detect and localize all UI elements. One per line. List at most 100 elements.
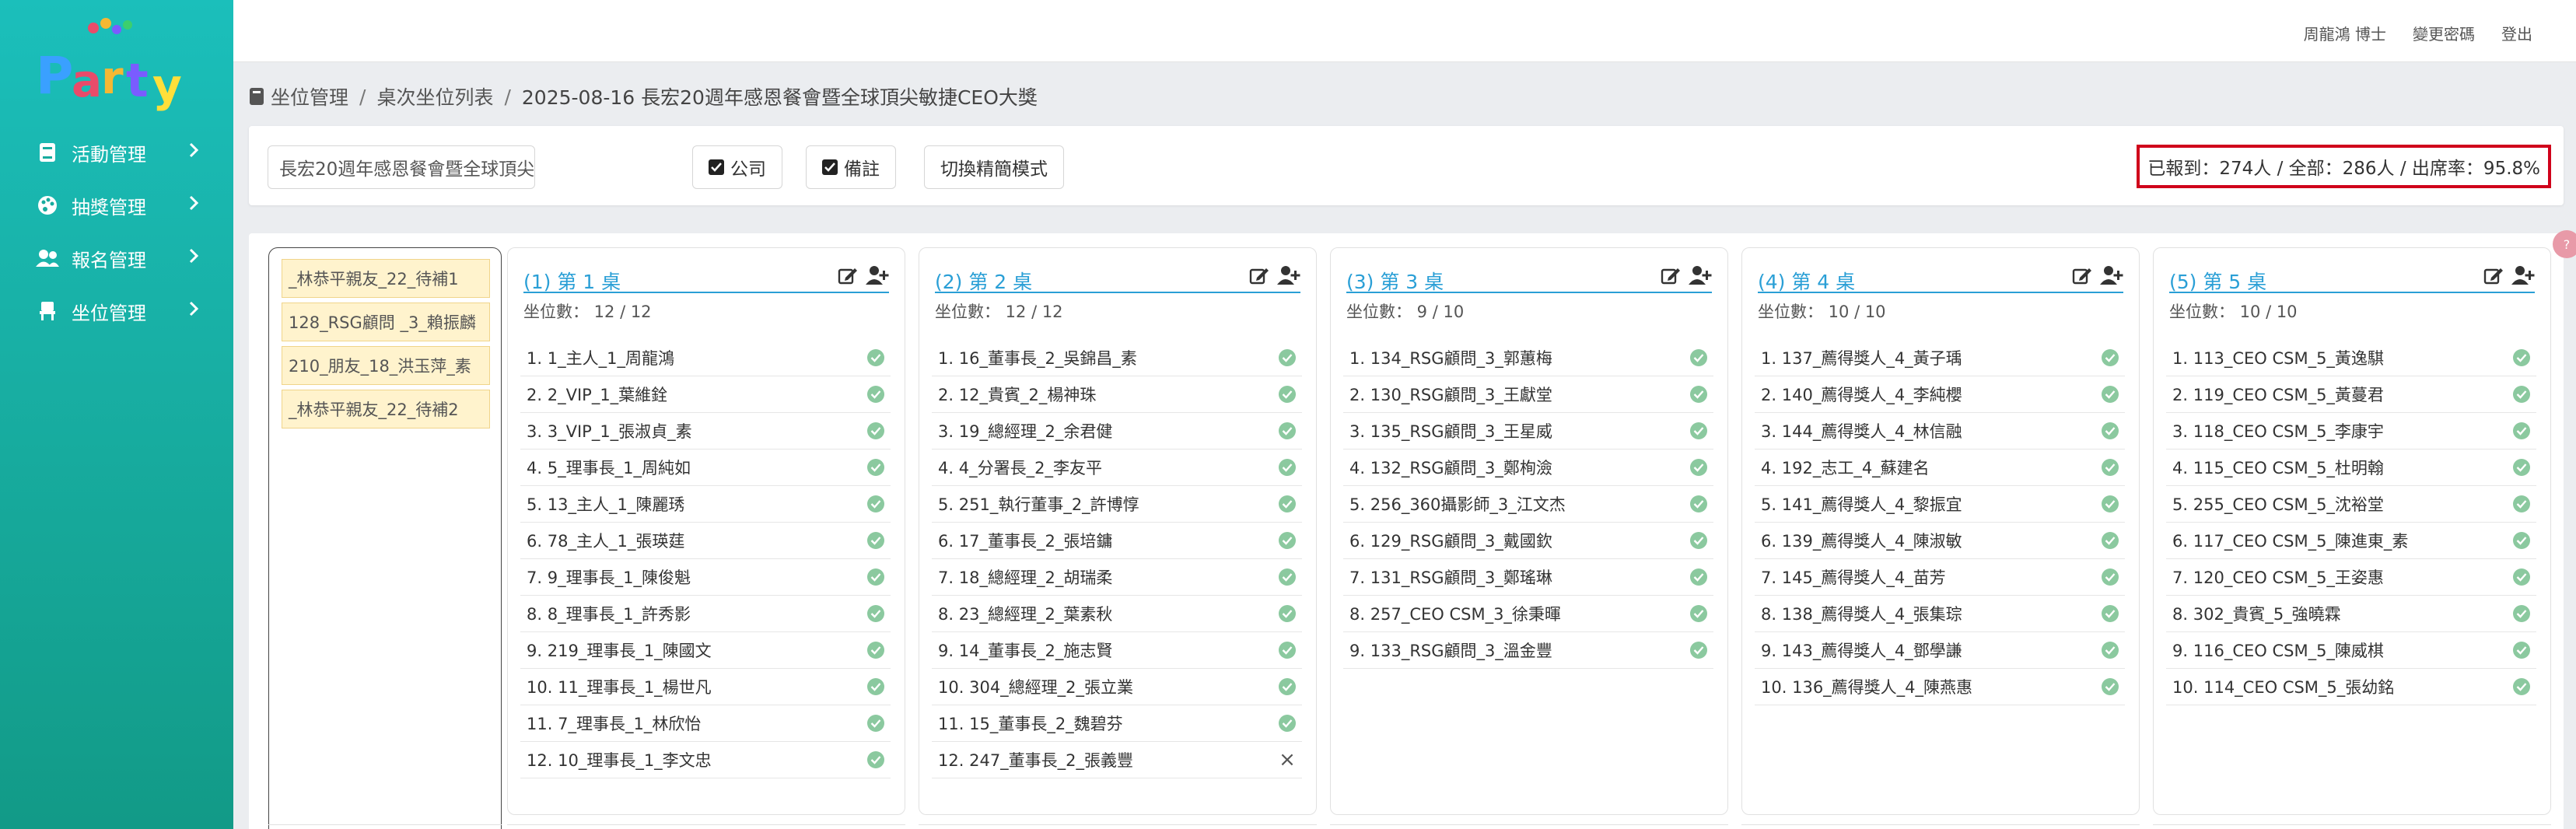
seat-row[interactable]: 1. 16_董事長_2_吳錦昌_素 bbox=[932, 340, 1302, 376]
seat-row[interactable]: 6. 117_CEO CSM_5_陳進東_素 bbox=[2166, 523, 2536, 559]
seat-row[interactable]: 4. 132_RSG顧問_3_鄭栒澰 bbox=[1343, 449, 1713, 486]
seat-row[interactable]: 6. 78_主人_1_張瑛莛 bbox=[520, 523, 891, 559]
event-select[interactable]: 長宏20週年感恩餐會暨全球頂尖敏捷CEO大獎 bbox=[268, 145, 535, 189]
edit-icon[interactable] bbox=[2072, 265, 2092, 285]
seat-row[interactable]: 6. 139_薦得獎人_4_陳淑敏 bbox=[1755, 523, 2125, 559]
unassigned-guest[interactable]: 128_RSG顧問 _3_賴振麟 bbox=[282, 303, 490, 341]
seat-row[interactable]: 11. 15_董事長_2_魏碧芬 bbox=[932, 705, 1302, 742]
seat-row[interactable]: 11. 7_理事長_1_林欣怡 bbox=[520, 705, 891, 742]
seat-row[interactable]: 3. 118_CEO CSM_5_李康宇 bbox=[2166, 413, 2536, 449]
checked-in-icon bbox=[2102, 386, 2119, 403]
seat-row[interactable]: 2. 140_薦得獎人_4_李純櫻 bbox=[1755, 376, 2125, 413]
seat-row[interactable]: 6. 17_董事長_2_張培鏞 bbox=[932, 523, 1302, 559]
seat-row[interactable]: 2. 119_CEO CSM_5_黃蔓君 bbox=[2166, 376, 2536, 413]
unassigned-guest[interactable]: 210_朋友_18_洪玉萍_素 bbox=[282, 346, 490, 385]
seat-row[interactable]: 7. 131_RSG顧問_3_鄭瑤琳 bbox=[1343, 559, 1713, 596]
seat-row[interactable]: 5. 256_360攝影師_3_江文杰 bbox=[1343, 486, 1713, 523]
seat-row[interactable]: 1. 113_CEO CSM_5_黃逸騏 bbox=[2166, 340, 2536, 376]
seat-row[interactable]: 2. 2_VIP_1_葉維銓 bbox=[520, 376, 891, 413]
seat-row[interactable]: 9. 133_RSG顧問_3_溫金豐 bbox=[1343, 632, 1713, 669]
seat-row[interactable]: 8. 257_CEO CSM_3_徐秉暉 bbox=[1343, 596, 1713, 632]
unassigned-guest[interactable]: _林恭平親友_22_待補2 bbox=[282, 390, 490, 428]
table-title[interactable]: (4) 第 4 桌 bbox=[1758, 267, 1855, 295]
seat-row[interactable]: 6. 129_RSG顧問_3_戴國欽 bbox=[1343, 523, 1713, 559]
seat-row[interactable]: 5. 141_薦得獎人_4_黎振宜 bbox=[1755, 486, 2125, 523]
table-title[interactable]: (3) 第 3 桌 bbox=[1346, 267, 1444, 295]
seat-row[interactable]: 8. 8_理事長_1_許秀影 bbox=[520, 596, 891, 632]
guest-name: 78_主人_1_張瑛莛 bbox=[547, 532, 685, 551]
company-toggle-button[interactable]: 公司 bbox=[692, 145, 782, 189]
seat-row[interactable]: 7. 120_CEO CSM_5_王姿惠 bbox=[2166, 559, 2536, 596]
seat-row[interactable]: 2. 12_貴賓_2_楊神珠 bbox=[932, 376, 1302, 413]
breadcrumb-root[interactable]: 坐位管理 bbox=[271, 82, 348, 110]
sidebar-item-lottery[interactable]: 抽獎管理 bbox=[0, 180, 233, 230]
seat-row[interactable]: 10. 136_薦得獎人_4_陳燕惠 bbox=[1755, 669, 2125, 705]
seat-row[interactable]: 4. 5_理事長_1_周純如 bbox=[520, 449, 891, 486]
guest-name: 133_RSG顧問_3_溫金豐 bbox=[1370, 642, 1552, 660]
sidebar-item-seating[interactable]: 坐位管理 bbox=[0, 286, 233, 336]
note-toggle-button[interactable]: 備註 bbox=[806, 145, 896, 189]
edit-icon[interactable] bbox=[1661, 265, 1681, 285]
logout-link[interactable]: 登出 bbox=[2501, 22, 2532, 44]
seat-row[interactable]: 7. 145_薦得獎人_4_苗芳 bbox=[1755, 559, 2125, 596]
add-user-icon[interactable] bbox=[866, 265, 889, 285]
sidebar-item-activity[interactable]: 活動管理 bbox=[0, 128, 233, 177]
seat-row[interactable]: 7. 18_總經理_2_胡瑞柔 bbox=[932, 559, 1302, 596]
seat-row[interactable]: 3. 144_薦得獎人_4_林信融 bbox=[1755, 413, 2125, 449]
seat-row[interactable]: 1. 134_RSG顧問_3_郭蕙梅 bbox=[1343, 340, 1713, 376]
user-name-link[interactable]: 周龍鴻 博士 bbox=[2304, 22, 2386, 44]
topbar: 周龍鴻 博士 變更密碼 登出 bbox=[233, 0, 2576, 62]
seat-row[interactable]: 3. 3_VIP_1_張淑貞_素 bbox=[520, 413, 891, 449]
seat-row[interactable]: 9. 14_董事長_2_施志賢 bbox=[932, 632, 1302, 669]
seat-row[interactable]: 9. 219_理事長_1_陳國文 bbox=[520, 632, 891, 669]
seat-row[interactable]: 5. 255_CEO CSM_5_沈裕堂 bbox=[2166, 486, 2536, 523]
seat-row[interactable]: 12. 10_理事長_1_李文忠 bbox=[520, 742, 891, 778]
seat-row[interactable]: 4. 192_志工_4_蘇建名 bbox=[1755, 449, 2125, 486]
seat-row[interactable]: 5. 251_執行董事_2_許博惇 bbox=[932, 486, 1302, 523]
seat-row[interactable]: 1. 137_薦得獎人_4_黃子瑀 bbox=[1755, 340, 2125, 376]
seat-row[interactable]: 5. 13_主人_1_陳麗琇 bbox=[520, 486, 891, 523]
seat-row[interactable]: 4. 4_分署長_2_李友平 bbox=[932, 449, 1302, 486]
seat-row[interactable]: 8. 23_總經理_2_葉素秋 bbox=[932, 596, 1302, 632]
seat-row[interactable]: 1. 1_主人_1_周龍鴻 bbox=[520, 340, 891, 376]
add-user-icon[interactable] bbox=[1277, 265, 1300, 285]
seat-row[interactable]: 9. 143_薦得獎人_4_鄧學謙 bbox=[1755, 632, 2125, 669]
table-card: (4) 第 4 桌坐位數： 10 / 10 1. 137_薦得獎人_4_黃子瑀 2.… bbox=[1741, 247, 2140, 815]
seat-row[interactable]: 8. 302_貴賓_5_強曉霖 bbox=[2166, 596, 2536, 632]
seat-row[interactable]: 8. 138_薦得獎人_4_張集琮 bbox=[1755, 596, 2125, 632]
edit-icon[interactable] bbox=[1249, 265, 1269, 285]
seat-guest-name: 6. 78_主人_1_張瑛莛 bbox=[520, 529, 867, 552]
party-logo[interactable]: P a r t y bbox=[31, 16, 202, 117]
seat-row[interactable]: 10. 11_理事長_1_楊世凡 bbox=[520, 669, 891, 705]
seat-row[interactable]: 7. 9_理事長_1_陳俊魁 bbox=[520, 559, 891, 596]
guest-name: 219_理事長_1_陳國文 bbox=[547, 642, 712, 660]
unassigned-guest[interactable]: _林恭平親友_22_待補1 bbox=[282, 259, 490, 298]
seat-row[interactable]: 10. 304_總經理_2_張立業 bbox=[932, 669, 1302, 705]
seat-number: 1. bbox=[1761, 349, 1777, 368]
seat-row[interactable]: 2. 130_RSG顧問_3_王獻堂 bbox=[1343, 376, 1713, 413]
seat-row[interactable]: 12. 247_董事長_2_張義豐 × bbox=[932, 742, 1302, 778]
add-user-icon[interactable] bbox=[2511, 265, 2535, 285]
floating-helper-icon[interactable]: ? bbox=[2553, 230, 2576, 258]
checked-in-icon bbox=[2513, 459, 2530, 476]
edit-icon[interactable] bbox=[838, 265, 858, 285]
sidebar-item-registration[interactable]: 報名管理 bbox=[0, 233, 233, 283]
edit-icon[interactable] bbox=[2483, 265, 2504, 285]
seat-row[interactable]: 3. 19_總經理_2_余君健 bbox=[932, 413, 1302, 449]
add-user-icon[interactable] bbox=[1689, 265, 1712, 285]
table-title[interactable]: (1) 第 1 桌 bbox=[523, 267, 621, 295]
change-password-link[interactable]: 變更密碼 bbox=[2413, 22, 2475, 44]
sidebar-item-label: 抽獎管理 bbox=[72, 196, 146, 219]
seat-guest-name: 11. 15_董事長_2_魏碧芬 bbox=[932, 712, 1279, 735]
compact-mode-button[interactable]: 切換精簡模式 bbox=[924, 145, 1064, 189]
seat-row[interactable]: 10. 114_CEO CSM_5_張幼銘 bbox=[2166, 669, 2536, 705]
seat-number: 10. bbox=[527, 678, 553, 697]
table-title[interactable]: (5) 第 5 桌 bbox=[2169, 267, 2266, 295]
seat-row[interactable]: 9. 116_CEO CSM_5_陳威棋 bbox=[2166, 632, 2536, 669]
add-user-icon[interactable] bbox=[2100, 265, 2123, 285]
seat-row[interactable]: 4. 115_CEO CSM_5_杜明翰 bbox=[2166, 449, 2536, 486]
breadcrumb-list[interactable]: 桌次坐位列表 bbox=[376, 82, 493, 110]
seat-number: 6. bbox=[527, 532, 543, 551]
table-title[interactable]: (2) 第 2 桌 bbox=[935, 267, 1032, 295]
seat-row[interactable]: 3. 135_RSG顧問_3_王星威 bbox=[1343, 413, 1713, 449]
